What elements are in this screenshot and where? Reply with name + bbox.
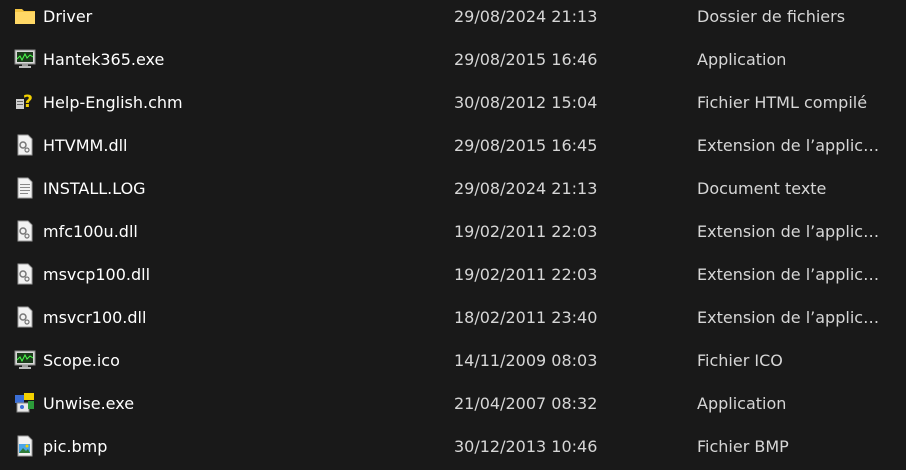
file-date: 29/08/2015 16:46: [454, 50, 598, 69]
file-type: Application: [697, 394, 787, 413]
file-name: Scope.ico: [43, 351, 120, 370]
file-name-cell[interactable]: Scope.ico: [0, 341, 440, 381]
file-type: Document texte: [697, 179, 827, 198]
dll-file-icon: [14, 306, 36, 328]
file-row[interactable]: mfc100u.dll 19/02/2011 22:03 Extension d…: [0, 212, 906, 252]
file-name-cell[interactable]: Driver: [0, 0, 440, 37]
file-name: mfc100u.dll: [43, 222, 138, 241]
file-row[interactable]: ? Help-English.chm 30/08/2012 15:04 Fich…: [0, 83, 906, 123]
file-row[interactable]: msvcr100.dll 18/02/2011 23:40 Extension …: [0, 298, 906, 338]
file-type: Fichier ICO: [697, 351, 783, 370]
file-row[interactable]: HTVMM.dll 29/08/2015 16:45 Extension de …: [0, 126, 906, 166]
file-date: 19/02/2011 22:03: [454, 265, 598, 284]
file-name-cell[interactable]: Unwise.exe: [0, 384, 440, 424]
file-row[interactable]: pic.bmp 30/12/2013 10:46 Fichier BMP: [0, 427, 906, 467]
file-type: Extension de l’applica…: [697, 136, 882, 155]
file-name: msvcp100.dll: [43, 265, 151, 284]
file-name-cell[interactable]: pic.bmp: [0, 427, 440, 467]
file-date: 21/04/2007 08:32: [454, 394, 598, 413]
folder-icon: [14, 5, 36, 27]
file-type: Extension de l’applica…: [697, 222, 882, 241]
file-name-cell[interactable]: HTVMM.dll: [0, 126, 440, 166]
file-date: 30/12/2013 10:46: [454, 437, 598, 456]
file-row[interactable]: Hantek365.exe 29/08/2015 16:46 Applicati…: [0, 40, 906, 80]
file-type: Application: [697, 50, 787, 69]
file-type: Fichier BMP: [697, 437, 789, 456]
file-row[interactable]: msvcp100.dll 19/02/2011 22:03 Extension …: [0, 255, 906, 295]
file-name-cell[interactable]: Hantek365.exe: [0, 40, 440, 80]
file-date: 29/08/2024 21:13: [454, 7, 598, 26]
file-date: 18/02/2011 23:40: [454, 308, 598, 327]
image-file-icon: [14, 435, 36, 457]
file-name: Help-English.chm: [43, 93, 183, 112]
file-date: 14/11/2009 08:03: [454, 351, 598, 370]
file-name: HTVMM.dll: [43, 136, 128, 155]
file-type: Extension de l’applica…: [697, 308, 882, 327]
file-name-cell[interactable]: INSTALL.LOG: [0, 169, 440, 209]
file-name-cell[interactable]: mfc100u.dll: [0, 212, 440, 252]
file-name-cell[interactable]: msvcp100.dll: [0, 255, 440, 295]
help-file-icon: ?: [14, 91, 36, 113]
file-date: 29/08/2024 21:13: [454, 179, 598, 198]
file-list: Driver 29/08/2024 21:13 Dossier de fichi…: [0, 0, 906, 470]
file-type: Fichier HTML compilé: [697, 93, 868, 112]
text-file-icon: [14, 177, 36, 199]
file-row[interactable]: INSTALL.LOG 29/08/2024 21:13 Document te…: [0, 169, 906, 209]
dll-file-icon: [14, 220, 36, 242]
file-name: Driver: [43, 7, 93, 26]
file-name: pic.bmp: [43, 437, 108, 456]
file-name-cell[interactable]: ? Help-English.chm: [0, 83, 440, 123]
svg-text:?: ?: [23, 92, 33, 112]
file-row[interactable]: Scope.ico 14/11/2009 08:03 Fichier ICO: [0, 341, 906, 381]
monitor-app-icon: [14, 48, 36, 70]
file-row[interactable]: Driver 29/08/2024 21:13 Dossier de fichi…: [0, 0, 906, 37]
dll-file-icon: [14, 134, 36, 156]
file-name: Hantek365.exe: [43, 50, 165, 69]
file-row[interactable]: Unwise.exe 21/04/2007 08:32 Application: [0, 384, 906, 424]
file-name: INSTALL.LOG: [43, 179, 146, 198]
file-name-cell[interactable]: msvcr100.dll: [0, 298, 440, 338]
file-type: Extension de l’applica…: [697, 265, 882, 284]
file-date: 29/08/2015 16:45: [454, 136, 598, 155]
installer-icon: [14, 392, 36, 414]
monitor-app-icon: [14, 349, 36, 371]
file-date: 19/02/2011 22:03: [454, 222, 598, 241]
file-date: 30/08/2012 15:04: [454, 93, 598, 112]
dll-file-icon: [14, 263, 36, 285]
file-name: Unwise.exe: [43, 394, 135, 413]
file-type: Dossier de fichiers: [697, 7, 846, 26]
file-name: msvcr100.dll: [43, 308, 147, 327]
